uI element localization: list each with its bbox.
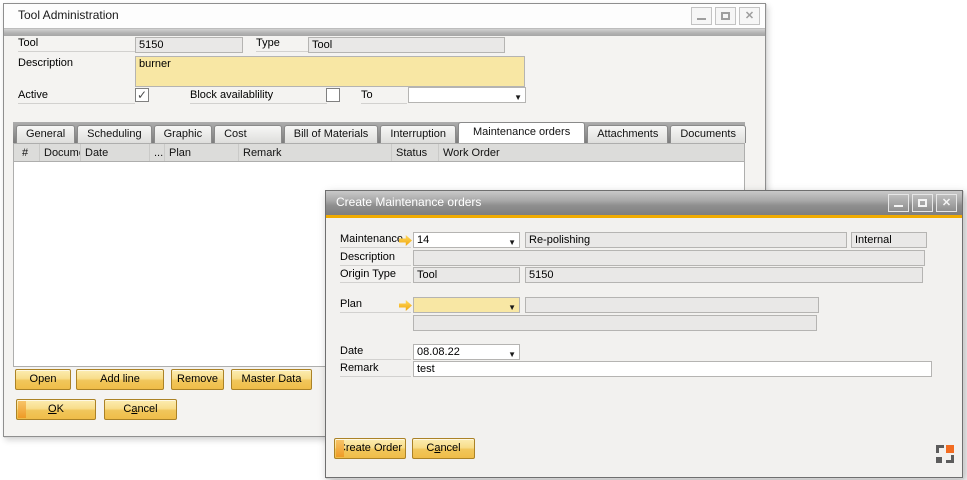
chevron-down-icon: ▼ [508, 348, 516, 360]
main-titlebar[interactable]: Tool Administration ✕ [4, 4, 765, 28]
maintenance-kind-field: Internal [851, 232, 927, 248]
dialog-minimize-button[interactable] [888, 194, 909, 212]
remove-button[interactable]: Remove [171, 369, 224, 390]
type-field: Tool [308, 37, 505, 53]
minimize-icon [697, 18, 706, 20]
col-remark[interactable]: Remark [239, 144, 392, 161]
tab-attachments[interactable]: Attachments [587, 125, 668, 143]
tab-documents[interactable]: Documents [670, 125, 746, 143]
dialog-description-label: Description [340, 251, 411, 266]
screen: Tool Administration ✕ Tool 5150 Type Too… [0, 0, 967, 480]
dialog-close-button[interactable]: ✕ [936, 194, 957, 212]
block-availability-checkbox[interactable] [326, 88, 340, 102]
dialog-maximize-button[interactable] [912, 194, 933, 212]
active-checkbox[interactable]: ✓ [135, 88, 149, 102]
tab-cost[interactable]: Cost [214, 125, 282, 143]
titlebar-separator [4, 28, 765, 36]
grip-square-orange [946, 445, 954, 453]
tab-graphic[interactable]: Graphic [154, 125, 213, 143]
origin-type-field: Tool [413, 267, 520, 283]
block-availability-label: Block availablility [190, 89, 327, 104]
tab-interruption[interactable]: Interruption [380, 125, 456, 143]
type-label: Type [256, 37, 308, 52]
maximize-icon [918, 199, 927, 207]
col-document[interactable]: Document [40, 144, 81, 161]
remark-label: Remark [340, 362, 411, 377]
ok-button[interactable]: OK [16, 399, 96, 420]
chevron-down-icon: ▼ [514, 91, 522, 103]
resize-grip-icon[interactable] [936, 445, 954, 463]
open-button[interactable]: Open [15, 369, 71, 390]
plan-detail-field-2 [413, 315, 817, 331]
tab-general[interactable]: General [16, 125, 75, 143]
dialog-titlebar[interactable]: Create Maintenance orders ✕ [326, 191, 962, 215]
titlebar-accent [326, 215, 962, 218]
tab-maintenance-orders[interactable]: Maintenance orders [458, 122, 585, 143]
tool-field: 5150 [135, 37, 243, 53]
grip-corner-top-left [936, 445, 944, 453]
tab-bill-of-materials[interactable]: Bill of Materials [284, 125, 379, 143]
master-data-button[interactable]: Master Data [231, 369, 312, 390]
close-icon: ✕ [740, 9, 759, 22]
tab-bar: General Scheduling Graphic Cost Bill of … [13, 122, 745, 143]
dialog-description-field [413, 250, 925, 266]
plan-detail-field-1 [525, 297, 819, 313]
remark-input[interactable] [413, 361, 932, 377]
to-label: To [361, 89, 407, 104]
col-date[interactable]: Date [81, 144, 150, 161]
maintenance-dropdown[interactable]: 14▼ [413, 232, 520, 248]
close-button[interactable]: ✕ [739, 7, 760, 25]
col-plan[interactable]: Plan [165, 144, 239, 161]
dialog-window-controls: ✕ [888, 194, 957, 212]
grip-square-dark [936, 457, 942, 463]
orders-table-header: # Document Date ... Plan Remark Status W… [13, 143, 745, 162]
chevron-down-icon: ▼ [508, 301, 516, 313]
maximize-button[interactable] [715, 7, 736, 25]
main-window-title: Tool Administration [18, 8, 119, 22]
close-icon: ✕ [937, 196, 956, 209]
tool-label: Tool [18, 37, 135, 52]
description-label: Description [18, 57, 135, 72]
cancel-button[interactable]: Cancel [104, 399, 177, 420]
maintenance-name-field: Re-polishing [525, 232, 847, 248]
col-work-order[interactable]: Work Order [439, 144, 744, 161]
minimize-button[interactable] [691, 7, 712, 25]
main-window-controls: ✕ [691, 7, 760, 25]
minimize-icon [894, 205, 903, 207]
description-field[interactable]: burner [135, 56, 525, 87]
dialog-cancel-button[interactable]: Cancel [412, 438, 475, 459]
col-ellipsis[interactable]: ... [150, 144, 165, 161]
chevron-down-icon: ▼ [508, 236, 516, 248]
create-maintenance-orders-dialog: Create Maintenance orders ✕ Maintenance … [325, 190, 963, 478]
tab-scheduling[interactable]: Scheduling [77, 125, 151, 143]
date-dropdown[interactable]: 08.08.22▼ [413, 344, 520, 360]
col-number[interactable]: # [14, 144, 40, 161]
create-order-button[interactable]: Create Order [334, 438, 406, 459]
active-label: Active [18, 89, 135, 104]
origin-type-label: Origin Type [340, 268, 411, 283]
to-dropdown[interactable]: ▼ [408, 87, 526, 103]
date-label: Date [340, 345, 411, 360]
maximize-icon [721, 12, 730, 20]
plan-dropdown[interactable]: ▼ [413, 297, 520, 313]
add-line-button[interactable]: Add line [76, 369, 164, 390]
col-status[interactable]: Status [392, 144, 439, 161]
dialog-title: Create Maintenance orders [336, 195, 481, 209]
grip-corner-bottom-right [946, 455, 954, 463]
origin-id-field: 5150 [525, 267, 923, 283]
